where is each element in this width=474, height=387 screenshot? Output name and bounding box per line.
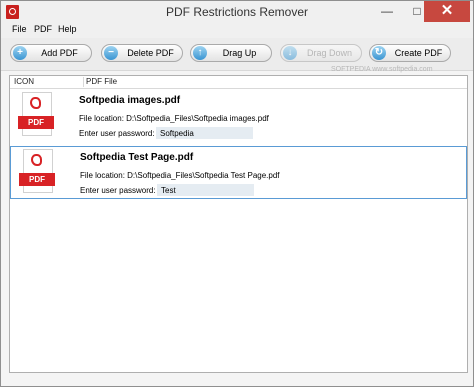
drag-down-label: Drag Down — [306, 48, 353, 58]
menu-bar: File PDF Help — [1, 23, 473, 38]
close-button[interactable]: ✕ — [424, 1, 470, 22]
list-header: ICON PDF File — [10, 76, 467, 89]
column-header-pdf-file[interactable]: PDF File — [83, 77, 117, 87]
refresh-icon: ↻ — [372, 46, 386, 60]
arrow-down-icon: ↓ — [283, 46, 297, 60]
create-pdf-label: Create PDF — [394, 48, 443, 58]
delete-pdf-button[interactable]: − Delete PDF — [101, 44, 183, 62]
pdf-list[interactable]: ICON PDF File PDF Softpedia images.pdf F… — [9, 75, 468, 373]
softpedia-watermark: SOFTPEDIA www.softpedia.com — [331, 66, 433, 73]
create-pdf-button[interactable]: ↻ Create PDF — [369, 44, 451, 62]
add-icon: + — [13, 46, 27, 60]
add-pdf-button[interactable]: + Add PDF — [10, 44, 92, 62]
toolbar: + Add PDF − Delete PDF ↑ Drag Up ↓ Drag … — [1, 38, 473, 73]
menu-help[interactable]: Help — [58, 24, 77, 34]
file-location: File location: D:\Softpedia_Files\Softpe… — [80, 171, 280, 180]
password-input[interactable] — [157, 184, 254, 196]
drag-down-button[interactable]: ↓ Drag Down — [280, 44, 362, 62]
menu-file[interactable]: File — [12, 24, 27, 34]
password-input[interactable] — [156, 127, 253, 139]
minimize-button[interactable]: — — [372, 1, 402, 22]
remove-icon: − — [104, 46, 118, 60]
list-item-selected[interactable]: PDF Softpedia Test Page.pdf File locatio… — [10, 146, 467, 199]
delete-pdf-label: Delete PDF — [127, 48, 174, 58]
password-label: Enter user password: — [80, 186, 156, 195]
pdf-file-icon: PDF — [19, 149, 57, 193]
password-label: Enter user password: — [79, 129, 155, 138]
drag-up-button[interactable]: ↑ Drag Up — [190, 44, 272, 62]
menu-pdf[interactable]: PDF — [34, 24, 52, 34]
file-name: Softpedia Test Page.pdf — [80, 152, 194, 163]
drag-up-label: Drag Up — [222, 48, 257, 58]
title-bar[interactable]: PDF Restrictions Remover — □ ✕ — [1, 1, 473, 23]
file-location: File location: D:\Softpedia_Files\Softpe… — [79, 114, 269, 123]
list-item[interactable]: PDF Softpedia images.pdf File location: … — [10, 90, 467, 143]
file-name: Softpedia images.pdf — [79, 95, 181, 106]
arrow-up-icon: ↑ — [193, 46, 207, 60]
add-pdf-label: Add PDF — [41, 48, 78, 58]
app-window: PDF Restrictions Remover — □ ✕ File PDF … — [0, 0, 474, 387]
pdf-file-icon: PDF — [18, 92, 56, 136]
column-header-icon[interactable]: ICON — [14, 77, 34, 86]
